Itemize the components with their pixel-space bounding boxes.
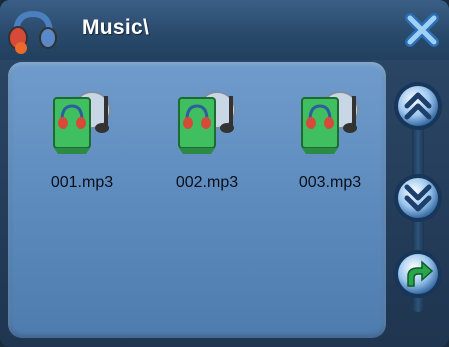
audio-file-icon	[53, 91, 111, 154]
audio-file-icon	[301, 91, 359, 154]
audio-file-icon	[178, 91, 236, 154]
headphones-icon	[8, 10, 57, 54]
file-item-001[interactable]: 001.mp3	[36, 88, 128, 196]
double-chevron-down-icon[interactable]	[392, 172, 444, 224]
window-title: Music\	[82, 16, 150, 39]
file-item-003[interactable]: 003.mp3	[284, 88, 376, 196]
double-chevron-up-icon[interactable]	[392, 80, 444, 132]
file-list-panel: 001.mp3 002.mp3 003.mp3	[8, 62, 386, 338]
file-name: 002.mp3	[175, 174, 239, 191]
file-name: 001.mp3	[50, 174, 114, 191]
close-icon[interactable]	[404, 12, 440, 48]
file-item-002[interactable]: 002.mp3	[161, 88, 253, 196]
return-arrow-icon[interactable]	[392, 248, 444, 300]
sidebar-controls	[388, 62, 449, 338]
title-bar: Music\	[0, 0, 449, 60]
music-browser-window: Music\ 001.mp3 002.mp3 003.mp3	[0, 0, 449, 347]
file-name: 003.mp3	[298, 174, 362, 191]
